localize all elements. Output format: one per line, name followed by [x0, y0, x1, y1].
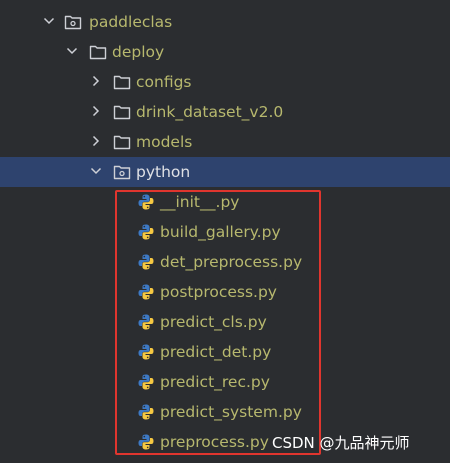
tree-item-deploy[interactable]: deploy [0, 37, 450, 67]
tree-item-label: predict_system.py [160, 403, 302, 421]
tree-item-label: build_gallery.py [160, 223, 281, 241]
chevron-right-icon[interactable] [89, 97, 105, 127]
chevron-down-icon[interactable] [65, 37, 81, 67]
tree-item-label: deploy [112, 43, 165, 61]
tree-item-label: python [136, 163, 191, 181]
python-file-icon [137, 307, 155, 337]
python-file-icon [137, 337, 155, 367]
tree-item-label: predict_cls.py [160, 313, 267, 331]
python-file-icon [137, 217, 155, 247]
watermark: CSDN @九品神元师 [272, 434, 410, 452]
tree-item-configs[interactable]: configs [0, 67, 450, 97]
tree-item-label: predict_det.py [160, 343, 272, 361]
tree-item-file[interactable]: postprocess.py [0, 277, 450, 307]
tree-item-file[interactable]: predict_system.py [0, 397, 450, 427]
chevron-right-icon[interactable] [89, 127, 105, 157]
tree-item-python[interactable]: python [0, 157, 450, 187]
tree-item-label: configs [136, 73, 192, 91]
python-file-icon [137, 187, 155, 217]
tree-item-label: drink_dataset_v2.0 [136, 103, 284, 121]
python-file-icon [137, 247, 155, 277]
tree-item-file[interactable]: predict_rec.py [0, 367, 450, 397]
tree-item-file[interactable]: predict_cls.py [0, 307, 450, 337]
tree-item-label: postprocess.py [160, 283, 277, 301]
python-file-icon [137, 397, 155, 427]
tree-item-file[interactable]: det_preprocess.py [0, 247, 450, 277]
folder-icon [89, 37, 107, 67]
tree-item-label: predict_rec.py [160, 373, 270, 391]
tree-item-label: models [136, 133, 193, 151]
tree-item-file[interactable]: predict_det.py [0, 337, 450, 367]
project-tree: paddleclas deploy configs drink_dataset_… [0, 0, 450, 463]
python-file-icon [137, 277, 155, 307]
tree-item-file[interactable]: build_gallery.py [0, 217, 450, 247]
folder-icon [113, 97, 131, 127]
tree-item-label: __init__.py [160, 193, 240, 211]
python-file-icon [137, 367, 155, 397]
package-folder-icon [64, 7, 82, 37]
tree-item-models[interactable]: models [0, 127, 450, 157]
folder-icon [113, 67, 131, 97]
chevron-down-icon[interactable] [42, 7, 58, 37]
chevron-down-icon[interactable] [89, 157, 105, 187]
tree-item-label: det_preprocess.py [160, 253, 303, 271]
python-file-icon [137, 427, 155, 457]
chevron-right-icon[interactable] [89, 67, 105, 97]
folder-icon [113, 127, 131, 157]
tree-item-paddleclas[interactable]: paddleclas [0, 7, 450, 37]
tree-item-drink-dataset[interactable]: drink_dataset_v2.0 [0, 97, 450, 127]
tree-item-file[interactable]: __init__.py [0, 187, 450, 217]
package-folder-icon [113, 157, 131, 187]
tree-item-label: preprocess.py [160, 433, 269, 451]
tree-item-label: paddleclas [89, 13, 173, 31]
